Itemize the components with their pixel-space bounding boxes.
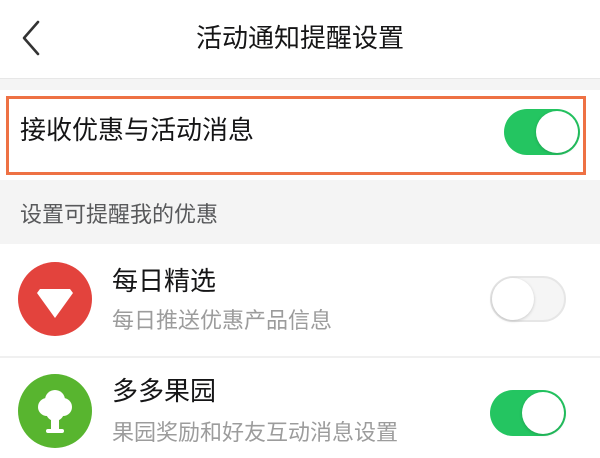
list-item-daily-picks: 每日精选 每日推送优惠产品信息 <box>0 244 600 356</box>
diamond-icon <box>18 262 92 336</box>
receive-setting-label: 接收优惠与活动消息 <box>20 116 255 146</box>
toggle-knob <box>492 278 534 320</box>
item-title: 每日精选 <box>112 267 217 297</box>
receive-setting-toggle[interactable] <box>504 109 580 155</box>
header-bar: 活动通知提醒设置 <box>0 0 600 79</box>
tree-icon <box>18 374 92 448</box>
item-subtitle: 果园奖励和好友互动消息设置 <box>112 421 399 446</box>
item-subtitle: 每日推送优惠产品信息 <box>112 309 333 334</box>
section-heading: 设置可提醒我的优惠 <box>20 203 219 228</box>
list-item-orchard: 多多果园 果园奖励和好友互动消息设置 <box>0 358 600 458</box>
toggle-knob <box>536 111 578 153</box>
daily-picks-toggle[interactable] <box>490 276 566 322</box>
item-title: 多多果园 <box>112 377 217 407</box>
toggle-knob <box>522 392 564 434</box>
orchard-toggle[interactable] <box>490 390 566 436</box>
page-title: 活动通知提醒设置 <box>195 24 404 54</box>
